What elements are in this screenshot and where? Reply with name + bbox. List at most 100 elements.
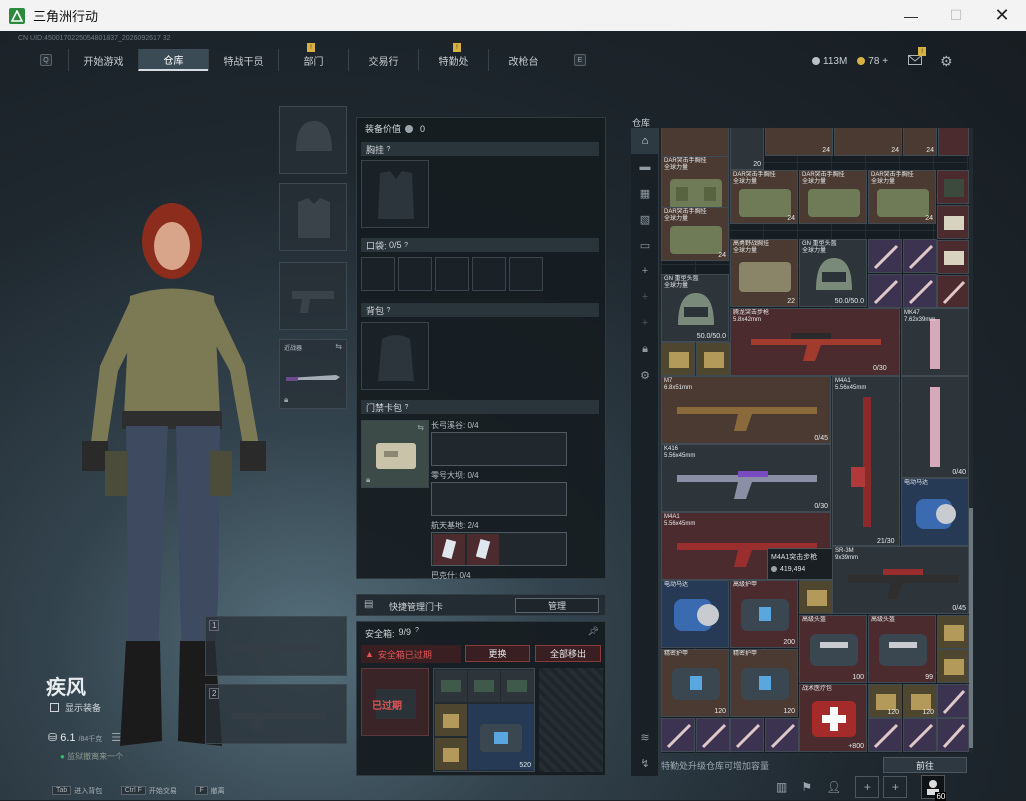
pocket-slot[interactable] — [398, 257, 432, 291]
manage-button[interactable]: 管理 — [515, 598, 599, 613]
sidebar-weapons-icon[interactable]: ▬ — [631, 154, 659, 180]
syringe-item[interactable] — [868, 718, 902, 752]
backpack-slot[interactable] — [361, 322, 429, 390]
close-button[interactable]: ✕ — [979, 0, 1025, 31]
add-team-button[interactable]: + — [883, 776, 908, 798]
safebox-item[interactable] — [435, 670, 467, 702]
safebox-slot[interactable]: 已过期 — [361, 668, 429, 736]
stats-icon[interactable]: ▥ — [776, 780, 787, 794]
pocket-slot[interactable] — [361, 257, 395, 291]
add-friend-button[interactable]: + — [855, 776, 880, 798]
inventory-item[interactable] — [937, 170, 969, 204]
show-equip-toggle[interactable]: 显示装备 — [50, 701, 101, 714]
chest-rig-item[interactable]: DAR突击手胸挂 全球力量 — [799, 170, 867, 224]
tab-special-ops[interactable]: ! 特勤处 — [418, 43, 488, 71]
tab-warehouse[interactable]: 仓库 — [138, 49, 208, 71]
keycard-item[interactable] — [433, 534, 465, 565]
key-zone-slots[interactable] — [431, 432, 567, 466]
primary-weapon-slot-1[interactable]: 1 — [205, 616, 347, 676]
tab-department[interactable]: ! 部门 — [278, 43, 348, 71]
ammo-box-item[interactable] — [937, 649, 969, 683]
keycard-item[interactable] — [467, 534, 499, 565]
sidebar-armor-icon[interactable]: ▦ — [631, 180, 659, 206]
ammo-box-item[interactable] — [937, 615, 969, 649]
syringe-item[interactable] — [903, 239, 937, 273]
help-icon[interactable]: ? — [387, 307, 391, 314]
syringe-item[interactable] — [765, 718, 799, 752]
medkit-item[interactable]: 战术医疗包 +800 — [799, 684, 867, 752]
keycard-case-slot[interactable]: ⇆ 🔒︎ — [361, 420, 429, 488]
nav-prev-key[interactable]: Q — [40, 54, 52, 66]
ammo-item[interactable] — [937, 240, 969, 274]
inventory-item[interactable] — [938, 128, 969, 156]
vest-item[interactable]: 精密护甲 120 — [661, 649, 729, 717]
scrollbar-thumb[interactable] — [969, 508, 973, 748]
key-zone-slots[interactable] — [431, 482, 567, 516]
ctrl-keybind[interactable]: Ctrl F 开始交易 — [120, 786, 177, 796]
ammo-box-item[interactable] — [696, 342, 730, 376]
help-icon[interactable]: ? — [404, 242, 408, 249]
move-all-button[interactable]: 全部移出 — [535, 645, 601, 662]
inventory-item[interactable]: 24 — [834, 128, 902, 156]
list-icon[interactable]: ☰ — [111, 731, 121, 744]
chest-rig-item[interactable]: DAR突击手胸挂 全球力量 24 — [661, 207, 729, 261]
helmet-slot[interactable] — [279, 106, 347, 174]
swap-icon[interactable]: ⇆ — [335, 342, 342, 351]
sidebar-layers-icon[interactable]: ≋ — [631, 724, 659, 750]
armor-bag-item[interactable]: 高级护甲 200 — [730, 580, 798, 648]
syringe-item[interactable] — [937, 718, 969, 752]
melee-slot[interactable]: 近战器 ⇆ 🔒︎ — [279, 339, 347, 409]
sidebar-home-icon[interactable]: ⌂ — [631, 128, 659, 154]
rifle-item[interactable]: SR-3M 9x39mm 0/45 — [832, 546, 969, 614]
safebox-item[interactable]: 520 — [468, 704, 534, 770]
syringe-item[interactable] — [903, 274, 937, 308]
ammo-box-item[interactable] — [799, 580, 833, 614]
mail-icon[interactable]: ! — [908, 47, 927, 68]
syringe-item[interactable] — [937, 275, 969, 308]
motor-item[interactable]: 电动马达 — [661, 580, 729, 648]
sidebar-lock-icon[interactable]: 🔒︎ — [631, 336, 659, 362]
safebox-contents[interactable]: 520 — [433, 668, 535, 772]
ammo-box-item[interactable] — [661, 342, 695, 376]
nav-next-key[interactable]: E — [574, 54, 586, 66]
rifle-item[interactable]: M7 6.8x51mm 0/45 — [661, 376, 831, 444]
player-avatar[interactable]: 60 — [921, 775, 947, 801]
motor-item[interactable]: 电动马达 — [901, 478, 969, 546]
inventory-item[interactable]: 20 — [730, 128, 764, 170]
add-points-button[interactable]: + — [882, 56, 888, 67]
ammo-box-item[interactable]: 120 — [903, 684, 937, 718]
pin-icon[interactable]: 📌︎ — [588, 626, 599, 637]
sidebar-settings-icon[interactable]: ⚙ — [631, 362, 659, 388]
pocket-slot[interactable] — [509, 257, 543, 291]
syringe-item[interactable] — [868, 274, 902, 308]
safebox-item[interactable] — [435, 738, 467, 770]
settings-gear-icon[interactable]: ⚙ — [940, 53, 953, 70]
helmet-item[interactable]: GN 重型头盔 全球力量 50.0/50.0 — [661, 274, 729, 342]
tab-operators[interactable]: 特战干员 — [208, 49, 278, 71]
minimize-button[interactable]: — — [888, 0, 934, 31]
syringe-item[interactable] — [661, 718, 695, 752]
pocket-slot[interactable] — [435, 257, 469, 291]
syringe-item[interactable] — [937, 684, 969, 718]
rifle-item[interactable]: 0/40 — [901, 376, 969, 478]
armor-slot[interactable] — [279, 183, 347, 251]
syringe-item[interactable] — [903, 718, 937, 752]
primary-weapon-slot-2[interactable]: 2 — [205, 684, 347, 744]
safebox-item[interactable] — [501, 670, 534, 702]
inventory-scrollbar[interactable] — [969, 128, 973, 753]
tab-keybind[interactable]: Tab 进入背包 — [52, 786, 102, 796]
vest-item[interactable]: 精密护甲 120 — [730, 649, 798, 717]
help-icon[interactable]: ? — [387, 146, 391, 153]
sidebar-bed-icon[interactable]: ▭ — [631, 232, 659, 258]
sidebar-add-icon[interactable]: + — [631, 258, 659, 284]
chest-rig-item[interactable]: DAR突击手胸挂 全球力量 24 — [730, 170, 798, 224]
friends-icon[interactable]: 👤︎ — [826, 780, 841, 794]
key-zone-slots[interactable] — [431, 532, 567, 566]
help-icon[interactable]: ? — [415, 627, 419, 640]
syringe-item[interactable] — [868, 239, 902, 273]
ammo-box-item[interactable]: 120 — [868, 684, 902, 718]
rifle-item[interactable]: K416 5.56x45mm 0/30 — [661, 444, 831, 512]
checkbox[interactable] — [50, 703, 59, 712]
rifle-item[interactable]: M4A1 5.56x45mm — [832, 376, 900, 546]
armor-bag-item[interactable]: 高级头盔 99 — [868, 615, 936, 683]
